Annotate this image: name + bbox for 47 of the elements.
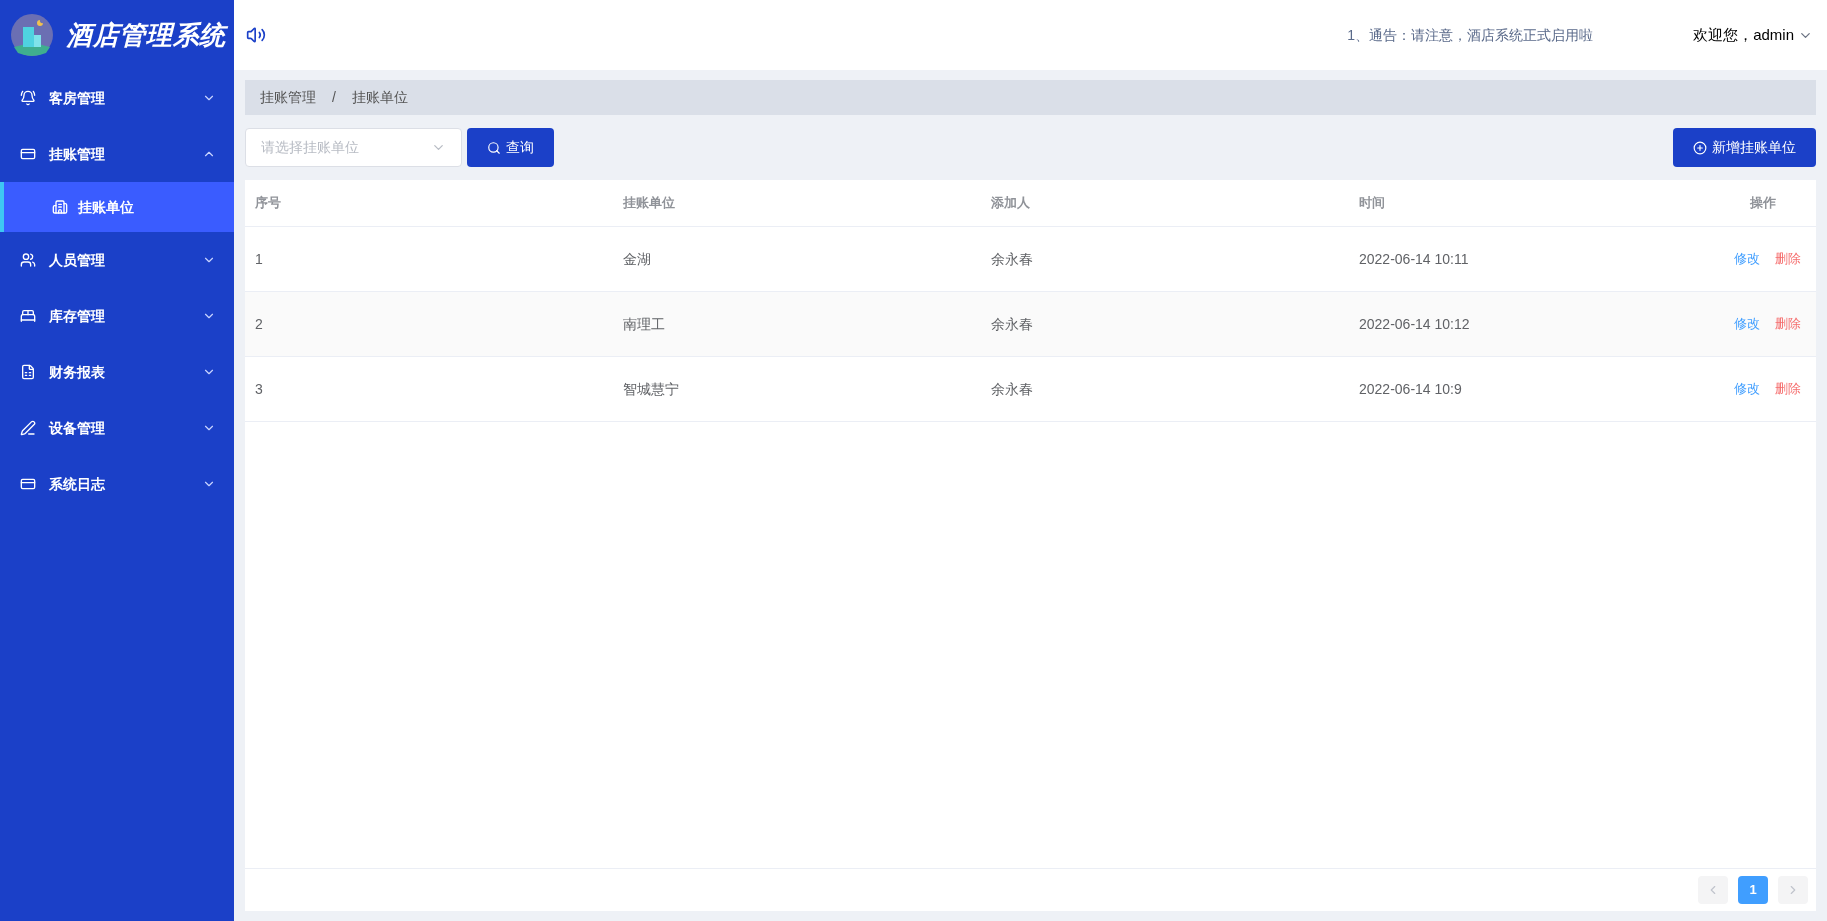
column-header: 挂账单位 — [623, 195, 675, 211]
table-cell: 2022-06-14 10:12 — [1359, 315, 1470, 332]
table-cell: 1 — [255, 250, 263, 267]
sidebar-item[interactable]: 库存管理 — [0, 288, 234, 344]
column-header: 操作 — [1750, 195, 1776, 211]
table-cell: 2 — [255, 315, 263, 332]
hotel-logo-icon — [10, 13, 54, 57]
people-icon — [20, 252, 36, 268]
sidebar-item[interactable]: 系统日志 — [0, 456, 234, 512]
prev-page-button[interactable] — [1698, 876, 1728, 904]
sidebar-item[interactable]: 财务报表 — [0, 344, 234, 400]
column-header: 添加人 — [991, 195, 1030, 211]
search-icon — [487, 140, 501, 155]
bell-icon — [20, 90, 36, 106]
sidebar-subitem[interactable]: 挂账单位 — [0, 182, 234, 232]
table-cell: 智城慧宁 — [623, 380, 679, 397]
table-cell: 余永春 — [991, 315, 1033, 332]
card-icon — [20, 146, 36, 162]
report-icon — [20, 364, 36, 380]
table-cell: 2022-06-14 10:9 — [1359, 380, 1462, 397]
user-menu[interactable]: 欢迎您，admin — [1693, 23, 1813, 47]
app-title: 酒店管理系统 — [66, 18, 226, 52]
column-header: 时间 — [1359, 195, 1385, 211]
sidebar-item[interactable]: 人员管理 — [0, 232, 234, 288]
bed-icon — [20, 308, 36, 324]
card-icon — [20, 476, 36, 492]
table-cell: 余永春 — [991, 380, 1033, 397]
add-button[interactable]: 新增挂账单位 — [1673, 128, 1816, 167]
sidebar-item[interactable]: 挂账管理 — [0, 126, 234, 182]
speaker-icon — [246, 25, 266, 45]
pen-icon — [20, 420, 36, 436]
next-page-button[interactable] — [1778, 876, 1808, 904]
table-cell: 南理工 — [623, 315, 665, 332]
breadcrumb-item[interactable]: 挂账管理 — [260, 87, 316, 108]
column-header: 序号 — [255, 195, 281, 211]
sidebar-item[interactable]: 客房管理 — [0, 70, 234, 126]
table-cell: 余永春 — [991, 250, 1033, 267]
table-cell: 2022-06-14 10:11 — [1359, 250, 1469, 267]
sidebar-item[interactable]: 设备管理 — [0, 400, 234, 456]
table-cell: 金湖 — [623, 250, 651, 267]
notice-text: 1、通告：请注意，酒店系统正式启用啦 — [1347, 25, 1594, 45]
search-button[interactable]: 查询 — [467, 128, 554, 167]
table-cell: 3 — [255, 380, 263, 397]
breadcrumb-separator: / — [331, 88, 337, 107]
plus-icon — [1693, 140, 1707, 155]
breadcrumb-item: 挂账单位 — [351, 88, 408, 107]
building-icon — [52, 199, 68, 215]
